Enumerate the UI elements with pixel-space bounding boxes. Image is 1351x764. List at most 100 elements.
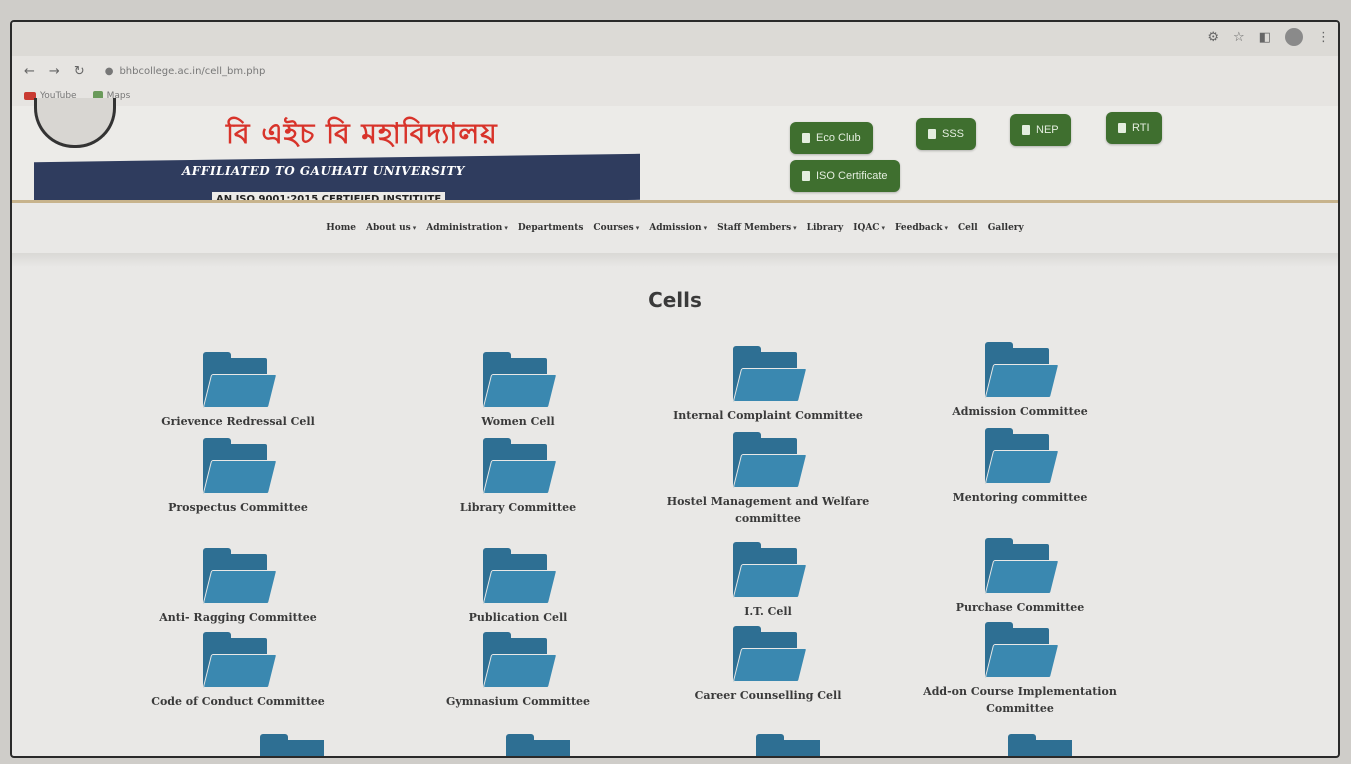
nav-about-us[interactable]: About us ▾ bbox=[366, 223, 416, 233]
nav-feedback[interactable]: Feedback ▾ bbox=[895, 223, 948, 233]
menu-icon[interactable]: ⋮ bbox=[1317, 30, 1330, 45]
cell-link[interactable]: Mentoring committee bbox=[900, 428, 1140, 507]
cell-link[interactable]: Internal Complaint Committee bbox=[648, 346, 888, 425]
folder-icon bbox=[984, 428, 1060, 486]
folder-icon bbox=[202, 438, 278, 496]
main-nav: Home About us ▾ Administration ▾ Departmen… bbox=[12, 203, 1338, 253]
nav-home[interactable]: Home bbox=[326, 223, 356, 233]
document-icon bbox=[1022, 125, 1030, 135]
folder-icon bbox=[1008, 734, 1078, 756]
college-logo[interactable] bbox=[34, 98, 116, 148]
bookmark-star-icon[interactable]: ☆ bbox=[1233, 30, 1245, 45]
nav-admission[interactable]: Admission ▾ bbox=[649, 223, 707, 233]
folder-icon bbox=[732, 346, 808, 404]
chevron-down-icon: ▾ bbox=[944, 223, 948, 232]
document-icon bbox=[802, 133, 810, 143]
folder-icon bbox=[202, 548, 278, 606]
chevron-down-icon: ▾ bbox=[881, 223, 885, 232]
cell-link[interactable]: Code of Conduct Committee bbox=[118, 632, 358, 711]
bookmarks-bar: YouTube Maps bbox=[12, 86, 1338, 106]
browser-toolbar: ← → ↻ ● bhbcollege.ac.in/cell_bm.php bbox=[12, 56, 1338, 86]
lock-icon: ● bbox=[104, 65, 114, 77]
nav-gallery[interactable]: Gallery bbox=[988, 223, 1024, 233]
forward-icon[interactable]: → bbox=[49, 64, 60, 79]
document-icon bbox=[1118, 123, 1126, 133]
page-title: Cells bbox=[648, 288, 702, 312]
nav-iqac[interactable]: IQAC ▾ bbox=[853, 223, 885, 233]
folder-icon bbox=[260, 734, 330, 756]
iso-certificate-button[interactable]: ISO Certificate bbox=[790, 160, 900, 192]
rti-button[interactable]: RTI bbox=[1106, 112, 1162, 144]
extensions-icon[interactable]: ⚙ bbox=[1207, 30, 1219, 45]
cell-label: Purchase Committee bbox=[955, 601, 1085, 614]
cell-link[interactable]: Prospectus Committee bbox=[118, 438, 358, 517]
cell-link[interactable]: Anti- Ragging Committee bbox=[118, 548, 358, 627]
sss-button[interactable]: SSS bbox=[916, 118, 977, 150]
nav-administration[interactable]: Administration ▾ bbox=[426, 223, 508, 233]
folder-icon bbox=[482, 632, 558, 690]
cell-link[interactable]: Add-on Course Implementation Committee bbox=[900, 622, 1140, 717]
cell-label: Mentoring committee bbox=[952, 491, 1088, 504]
folder-icon bbox=[756, 734, 826, 756]
cell-link[interactable]: Publication Cell bbox=[398, 548, 638, 627]
cell-link[interactable]: Hostel Management and Welfare committee bbox=[648, 432, 888, 527]
cell-label: Gymnasium Committee bbox=[445, 695, 591, 708]
back-icon[interactable]: ← bbox=[24, 64, 35, 79]
eco-club-button[interactable]: Eco Club bbox=[790, 122, 873, 154]
folder-icon bbox=[732, 432, 808, 490]
cell-label: Hostel Management and Welfare committee bbox=[666, 495, 870, 525]
cell-label: Prospectus Committee bbox=[168, 501, 308, 514]
site-header: বি এইচ বি মহাবিদ্যালয় AFFILIATED TO GAU… bbox=[12, 98, 1338, 209]
folder-icon bbox=[482, 352, 558, 410]
folder-icon bbox=[202, 352, 278, 410]
folder-icon bbox=[984, 622, 1060, 680]
cell-link[interactable]: Admission Committee bbox=[900, 342, 1140, 421]
tab-strip: ⚙ ☆ ◧ ⋮ bbox=[12, 22, 1338, 56]
affiliation-text: AFFILIATED TO GAUHATI UNIVERSITY bbox=[182, 164, 465, 178]
nav-shadow bbox=[12, 253, 1338, 267]
profile-avatar[interactable] bbox=[1285, 28, 1303, 46]
reload-icon[interactable]: ↻ bbox=[74, 64, 85, 79]
cell-link[interactable]: Purchase Committee bbox=[900, 538, 1140, 617]
cell-link[interactable]: Gymnasium Committee bbox=[398, 632, 638, 711]
nav-cell[interactable]: Cell bbox=[958, 223, 978, 233]
nav-departments[interactable]: Departments bbox=[518, 223, 584, 233]
chevron-down-icon: ▾ bbox=[412, 223, 417, 232]
chevron-down-icon: ▾ bbox=[635, 223, 640, 232]
cell-link[interactable]: Career Counselling Cell bbox=[648, 626, 888, 705]
cell-label: Grievence Redressal Cell bbox=[161, 415, 315, 428]
cell-link[interactable]: I.T. Cell bbox=[648, 542, 888, 621]
cell-label: Library Committee bbox=[459, 501, 577, 514]
cell-link[interactable]: Women Cell bbox=[398, 352, 638, 431]
address-bar[interactable]: ● bhbcollege.ac.in/cell_bm.php bbox=[105, 66, 266, 77]
folder-icon bbox=[984, 342, 1060, 400]
chevron-down-icon: ▾ bbox=[793, 223, 797, 232]
cell-label: Admission Committee bbox=[952, 405, 1088, 418]
cell-label: I.T. Cell bbox=[744, 605, 792, 618]
cell-label: Publication Cell bbox=[468, 611, 568, 624]
folder-icon bbox=[732, 626, 808, 684]
folder-icon bbox=[732, 542, 808, 600]
folder-icon bbox=[984, 538, 1060, 596]
cell-label: Code of Conduct Committee bbox=[151, 695, 325, 708]
cell-link[interactable]: Grievence Redressal Cell bbox=[118, 352, 358, 431]
document-icon bbox=[802, 171, 810, 181]
browser-window: ⚙ ☆ ◧ ⋮ ← → ↻ ● bhbcollege.ac.in/cell_bm… bbox=[10, 20, 1340, 758]
nep-button[interactable]: NEP bbox=[1010, 114, 1071, 146]
nav-courses[interactable]: Courses ▾ bbox=[593, 223, 639, 233]
folder-icon bbox=[482, 548, 558, 606]
chevron-down-icon: ▾ bbox=[504, 223, 508, 232]
cell-label: Career Counselling Cell bbox=[694, 689, 842, 702]
document-icon bbox=[928, 129, 936, 139]
folder-icon bbox=[482, 438, 558, 496]
nav-staff-members[interactable]: Staff Members ▾ bbox=[717, 223, 797, 233]
cell-label: Anti- Ragging Committee bbox=[159, 611, 317, 624]
url-text: bhbcollege.ac.in/cell_bm.php bbox=[119, 65, 266, 77]
window-controls: ⚙ ☆ ◧ ⋮ bbox=[1207, 28, 1330, 46]
site-title: বি এইচ বি মহাবিদ্যালয় bbox=[226, 117, 498, 150]
cell-link[interactable]: Library Committee bbox=[398, 438, 638, 517]
nav-library[interactable]: Library bbox=[807, 223, 844, 233]
sidebar-icon[interactable]: ◧ bbox=[1259, 30, 1271, 45]
chevron-down-icon: ▾ bbox=[703, 223, 708, 232]
folder-icon bbox=[506, 734, 576, 756]
